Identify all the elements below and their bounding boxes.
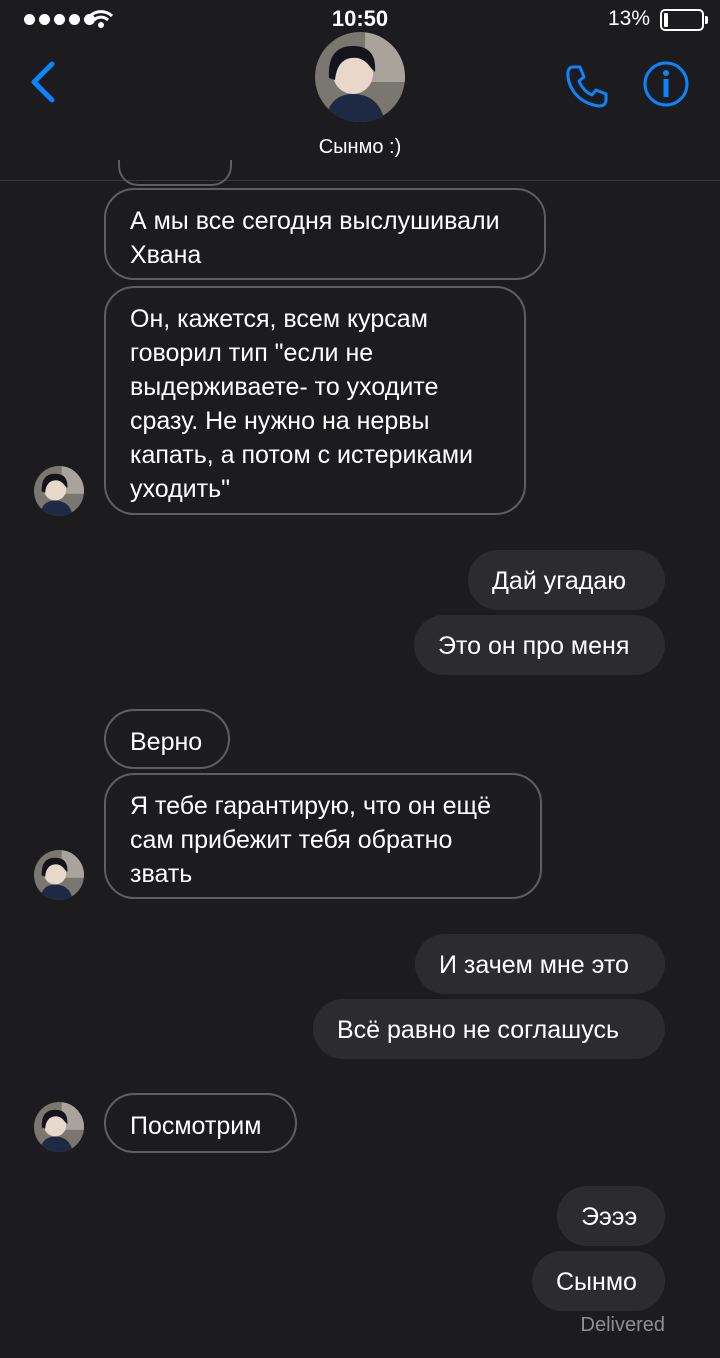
back-chevron-icon[interactable] [26, 60, 60, 104]
message-bubble-outgoing[interactable]: Это он про меня [414, 615, 665, 675]
contact-avatar[interactable] [315, 32, 405, 122]
message-bubble-outgoing[interactable]: Всё равно не соглашусь [313, 999, 665, 1059]
sender-avatar[interactable] [34, 1102, 84, 1152]
info-icon[interactable] [642, 60, 690, 108]
message-bubble-outgoing[interactable]: Сынмо [532, 1251, 665, 1311]
message-bubble-incoming[interactable]: Я тебе гарантирую, что он ещё сам прибеж… [104, 773, 542, 899]
message-bubble-incoming[interactable]: А мы все сегодня выслушивали Хвана [104, 188, 546, 280]
message-bubble-incoming[interactable]: Он, кажется, всем курсам говорил тип "ес… [104, 286, 526, 515]
sender-avatar[interactable] [34, 850, 84, 900]
phone-call-icon[interactable] [563, 62, 611, 110]
sender-avatar[interactable] [34, 466, 84, 516]
battery-icon [660, 9, 708, 31]
message-bubble-outgoing[interactable]: И зачем мне это [415, 934, 665, 994]
message-bubble-partial [118, 160, 232, 186]
conversation-header: Сынмо :) [0, 32, 720, 181]
message-bubble-incoming[interactable]: Верно [104, 709, 230, 769]
message-bubble-outgoing[interactable]: Ээээ [557, 1186, 665, 1246]
message-bubble-outgoing[interactable]: Дай угадаю [468, 550, 665, 610]
delivered-status: Delivered [580, 1314, 665, 1336]
message-bubble-incoming[interactable]: Посмотрим [104, 1093, 297, 1153]
contact-name[interactable]: Сынмо :) [0, 136, 720, 159]
battery-percent: 13% [607, 7, 650, 30]
